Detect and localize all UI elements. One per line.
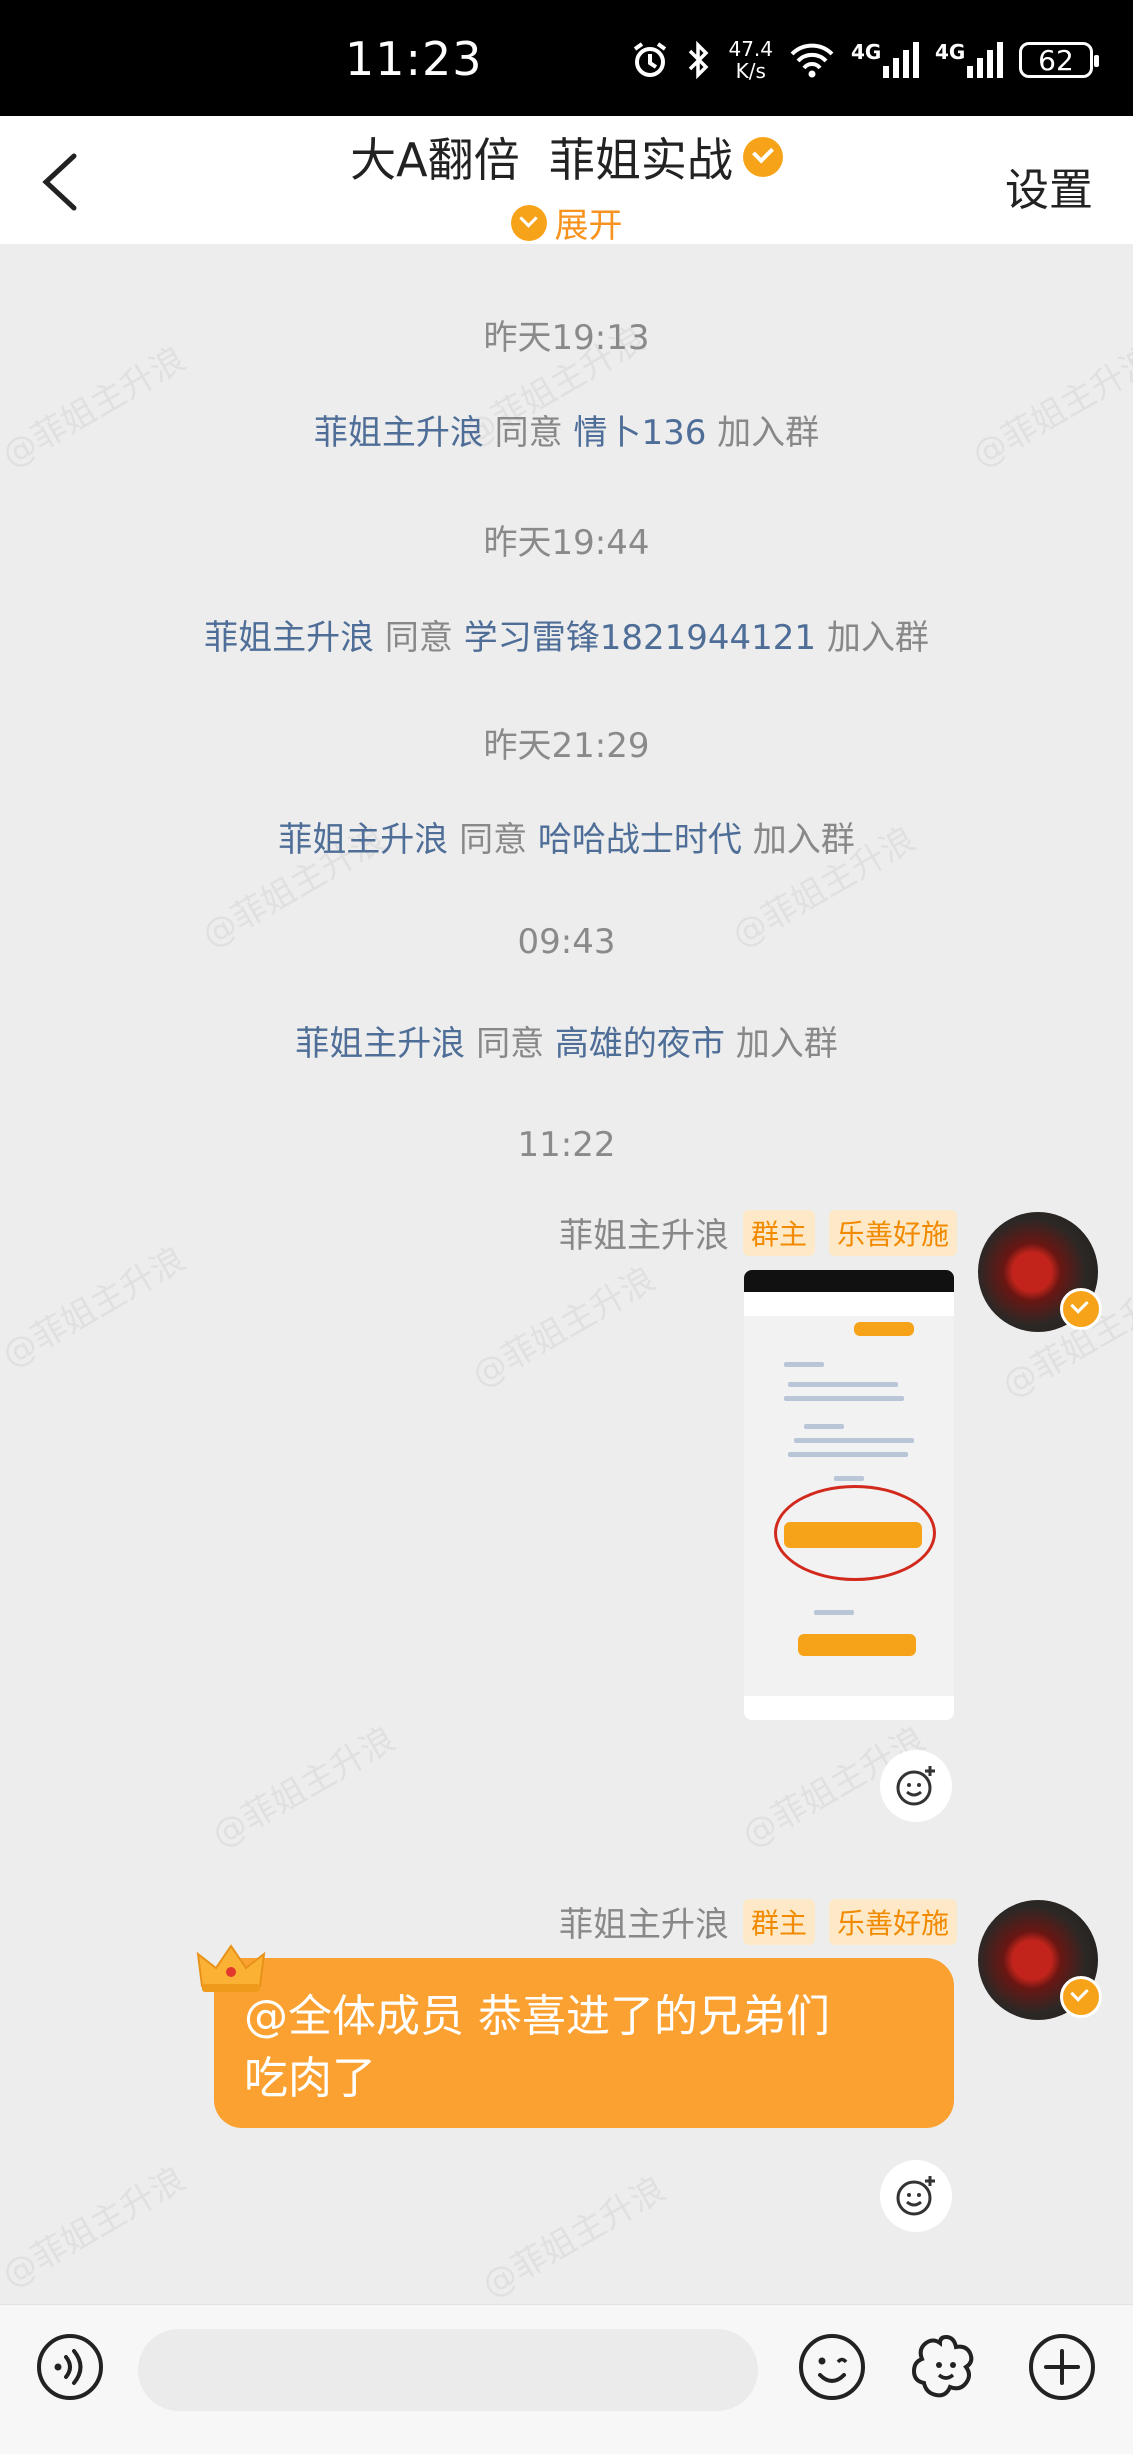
sticker-icon[interactable]	[910, 2331, 982, 2403]
message-sender: 菲姐主升浪 群主 乐善好施	[559, 1208, 957, 1257]
timestamp: 11:22	[517, 1125, 616, 1165]
avatar[interactable]	[978, 1212, 1102, 1332]
plus-icon[interactable]	[1026, 2331, 1098, 2403]
crown-icon	[196, 1944, 266, 1992]
system-message: 菲姐主升浪 同意 高雄的夜市 加入群	[295, 1024, 838, 1064]
wifi-icon	[790, 43, 834, 78]
watermark: @菲姐主升浪	[0, 2159, 193, 2296]
alarm-icon	[634, 42, 667, 77]
role-badge: 群主	[742, 1209, 815, 1256]
expand-button[interactable]: 展开	[510, 198, 623, 247]
message-sender: 菲姐主升浪 群主 乐善好施	[559, 1897, 957, 1946]
verified-icon	[1060, 1976, 1102, 2018]
message-bubble[interactable]: @全体成员 恭喜进了的兄弟们 吃肉了	[214, 1958, 954, 2128]
watermark: @菲姐主升浪	[0, 1239, 193, 1376]
message-input[interactable]	[138, 2329, 758, 2411]
watermark: @菲姐主升浪	[465, 1259, 663, 1396]
timestamp: 昨天19:13	[483, 318, 650, 358]
status-icons: 47.4 K/s 4G 4G 62	[630, 34, 1099, 86]
verified-icon	[1060, 1288, 1102, 1330]
net-speed: 47.4 K/s	[728, 37, 773, 83]
smile-plus-icon	[896, 2176, 935, 2216]
signal-sim1-icon: 4G	[851, 40, 919, 80]
verified-icon	[742, 137, 783, 177]
chevron-down-icon	[510, 204, 547, 241]
add-reaction-button[interactable]	[880, 2160, 952, 2232]
chat-header: 大A翻倍 菲姐实战 展开 设置	[0, 116, 1133, 247]
image-message[interactable]	[744, 1270, 954, 1720]
signal-sim2-icon: 4G	[935, 40, 1003, 80]
smile-plus-icon	[896, 1766, 935, 1806]
timestamp: 09:43	[517, 922, 616, 962]
status-bar: 11:23 47.4 K/s 4G 4G 62	[0, 0, 1133, 116]
avatar[interactable]	[978, 1900, 1102, 2020]
group-title: 大A翻倍 菲姐实战	[350, 124, 783, 190]
timestamp: 昨天21:29	[483, 726, 650, 766]
system-message: 菲姐主升浪 同意 情卜136 加入群	[313, 413, 820, 453]
timestamp: 昨天19:44	[483, 523, 650, 563]
battery-icon: 62	[1019, 42, 1099, 78]
system-message: 菲姐主升浪 同意 哈哈战士时代 加入群	[278, 820, 855, 860]
role-badge: 群主	[742, 1898, 815, 1945]
system-message: 菲姐主升浪 同意 学习雷锋1821944121 加入群	[204, 618, 929, 658]
watermark: @菲姐主升浪	[475, 2169, 673, 2306]
settings-button[interactable]: 设置	[1005, 154, 1093, 218]
annotation-circle	[774, 1485, 936, 1581]
watermark: @菲姐主升浪	[205, 1719, 403, 1856]
bluetooth-icon	[689, 40, 709, 80]
add-reaction-button[interactable]	[880, 1750, 952, 1822]
clock: 11:23	[345, 32, 483, 86]
input-bar	[0, 2304, 1133, 2454]
title-badge: 乐善好施	[828, 1898, 957, 1945]
title-badge: 乐善好施	[828, 1209, 957, 1256]
emoji-icon[interactable]	[796, 2331, 868, 2403]
voice-icon[interactable]	[34, 2331, 106, 2403]
title-area: 大A翻倍 菲姐实战 展开	[0, 116, 1133, 247]
